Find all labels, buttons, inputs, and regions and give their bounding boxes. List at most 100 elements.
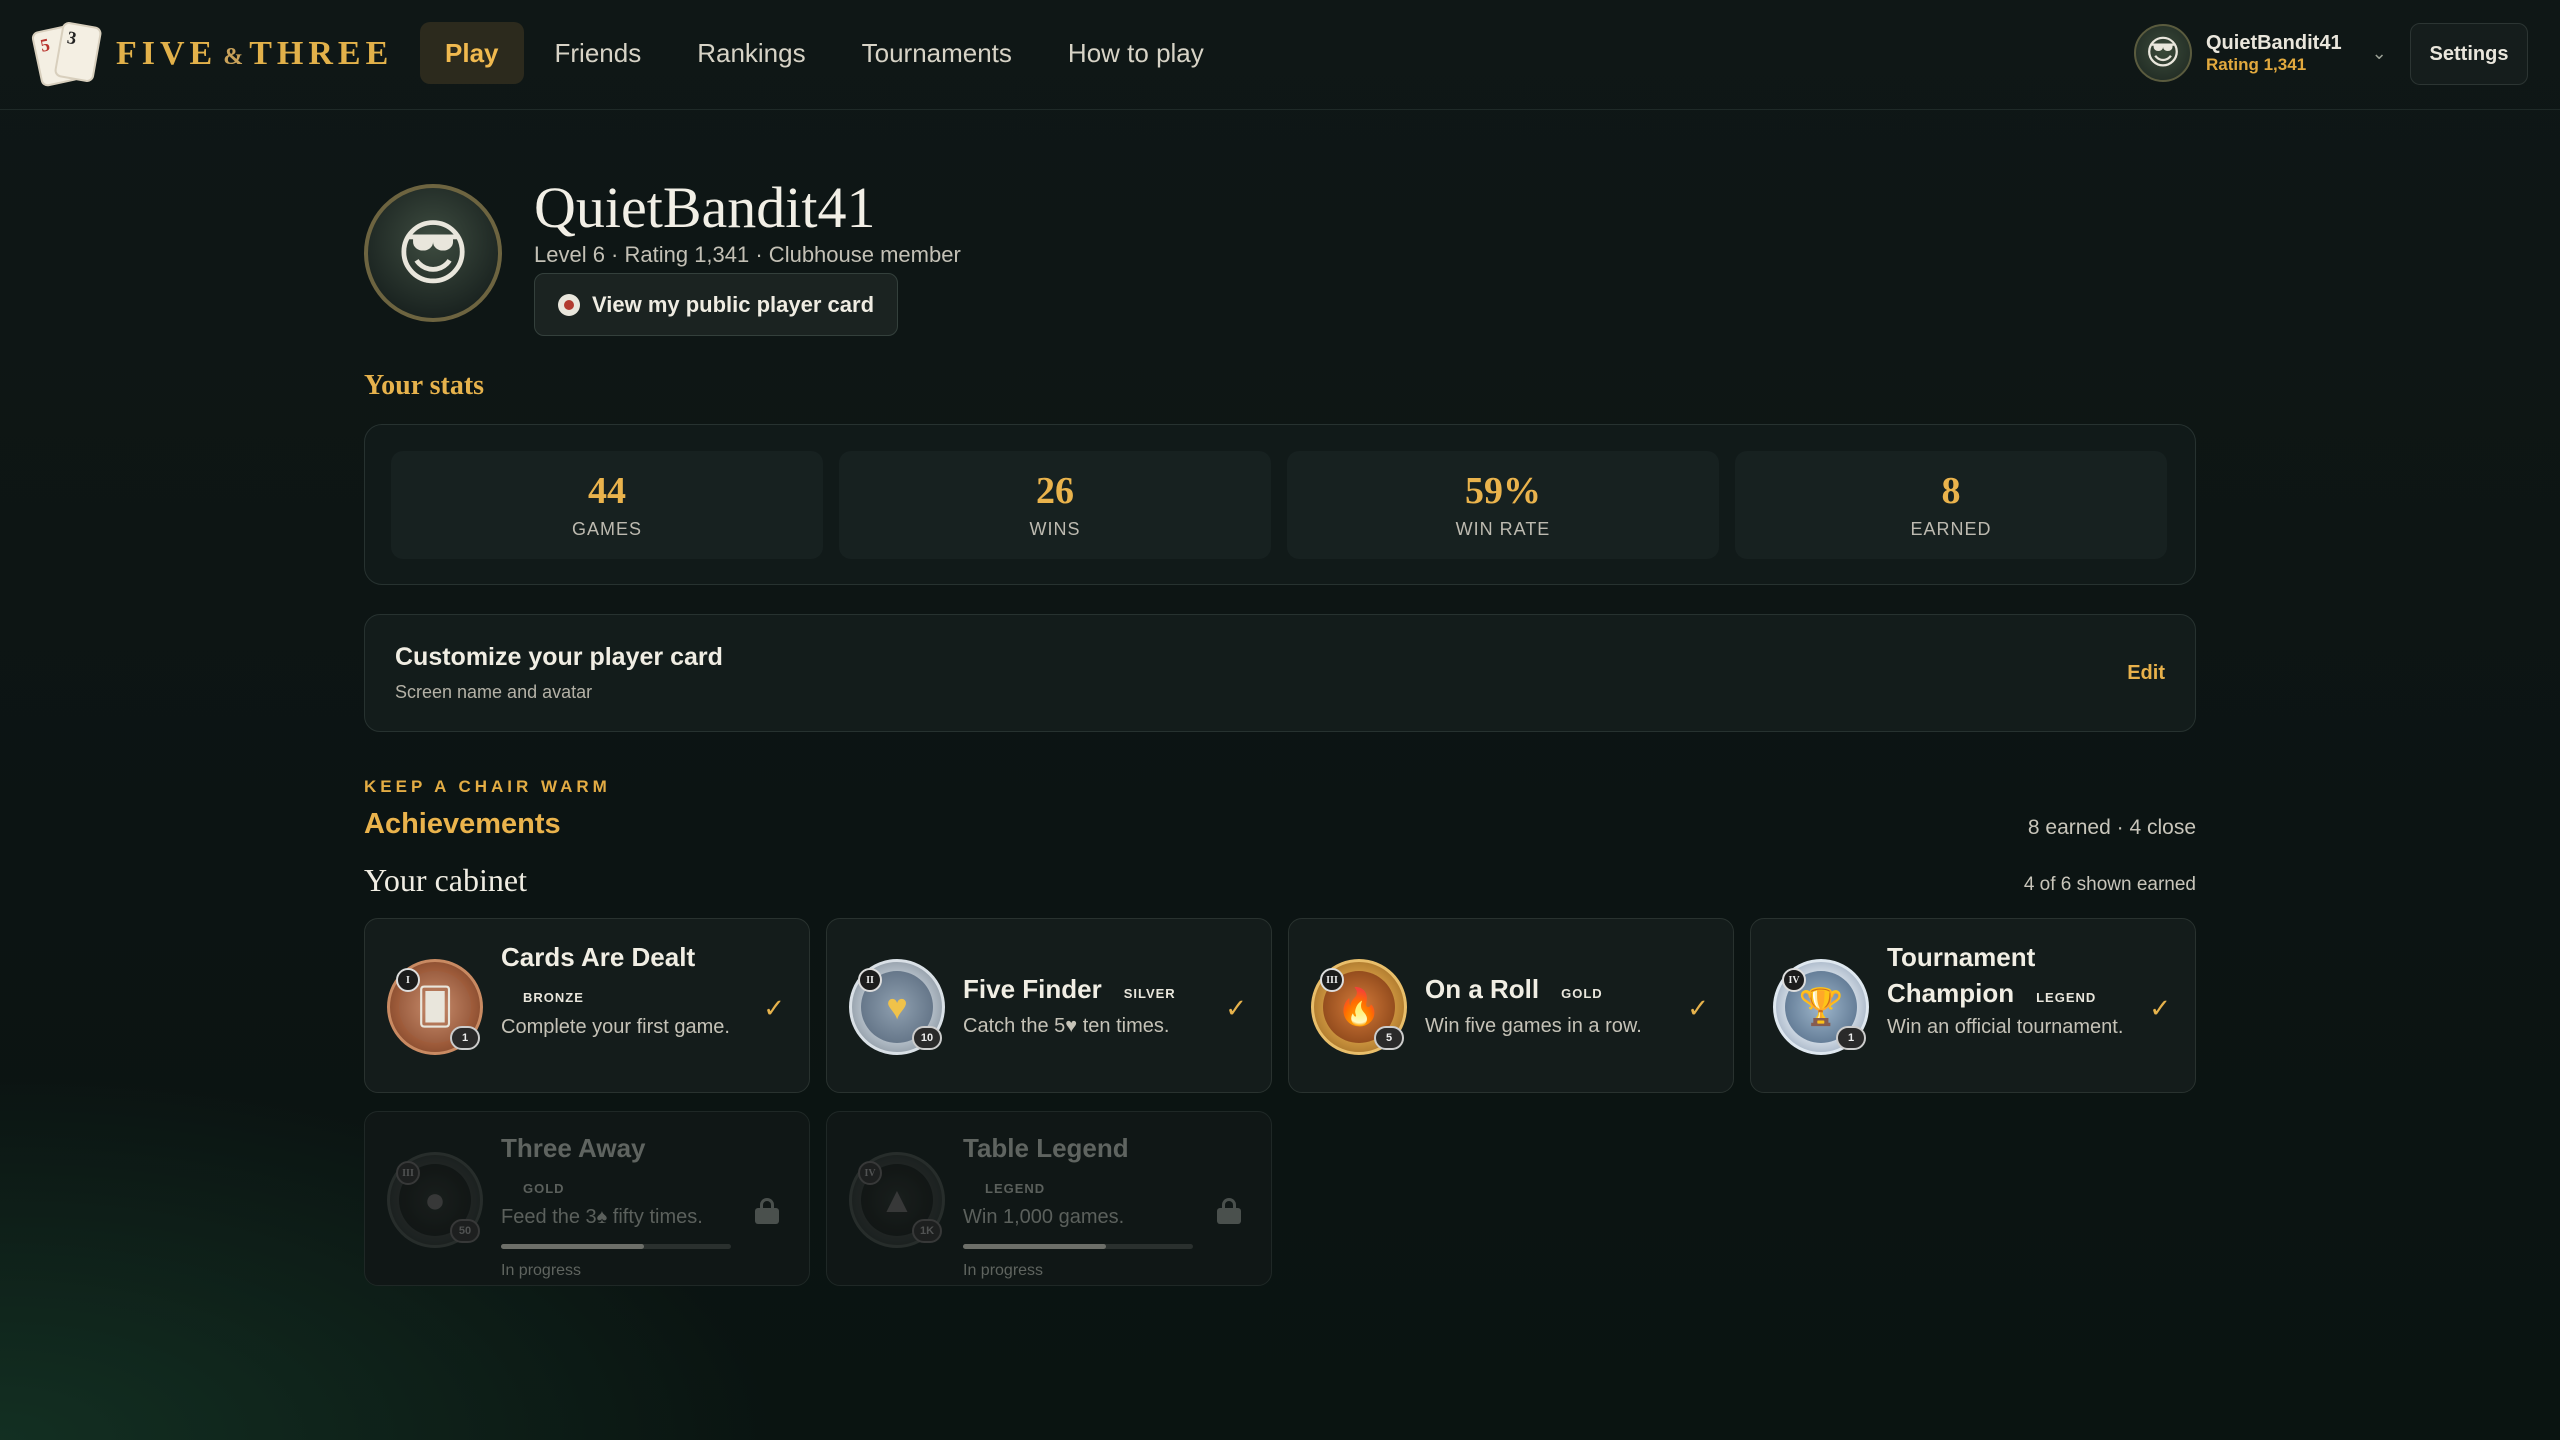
badge-description: Win five games in a row. xyxy=(1425,1015,1642,1037)
badge-three-away[interactable]: ● III 50 Three Away GOLD Feed the 3♠ fift… xyxy=(364,1111,810,1286)
achievements-title: Achievements xyxy=(364,808,561,840)
tier-badge: IV xyxy=(1782,968,1806,992)
achievements-eyebrow: KEEP A CHAIR WARM xyxy=(364,777,611,796)
silver-medal-icon: ♥ II 10 xyxy=(849,959,945,1055)
stat-value: 44 xyxy=(588,470,626,512)
badge-name: Table Legend LEGEND xyxy=(963,1130,1129,1203)
badge-description: Feed the 3♠ fifty times. xyxy=(501,1206,703,1228)
count-badge: 1 xyxy=(450,1026,480,1050)
customize-subtitle: Screen name and avatar xyxy=(395,682,593,702)
badge-name-text: Three Away xyxy=(501,1133,646,1163)
progress-label: In progress xyxy=(501,1262,582,1279)
lock-icon xyxy=(1217,1198,1241,1224)
badge-description: Complete your first game. xyxy=(501,1016,730,1038)
badge-name-text: Cards Are Dealt xyxy=(501,942,696,972)
settings-button[interactable]: Settings xyxy=(2410,23,2528,85)
stat-wins: 26 WINS xyxy=(839,451,1271,559)
profile-meta: Level 6 · Rating 1,341 · Clubhouse membe… xyxy=(534,242,961,267)
badge-table-legend[interactable]: ▲ IV 1K Table Legend LEGEND Win 1,000 gam… xyxy=(826,1111,1272,1286)
badge-name: Five Finder SILVER xyxy=(963,971,1176,1007)
nav-tournaments[interactable]: Tournaments xyxy=(837,22,1037,84)
nav-play[interactable]: Play xyxy=(420,22,524,84)
nav-rankings[interactable]: Rankings xyxy=(672,22,830,84)
badge-name-text: Five Finder xyxy=(963,974,1102,1004)
check-icon: ✓ xyxy=(1687,993,1709,1023)
badge-description: Win an official tournament. xyxy=(1887,1016,2124,1038)
badge-name: Three Away GOLD xyxy=(501,1130,646,1203)
logo-card-three: 3 xyxy=(53,20,103,84)
stats-heading: Your stats xyxy=(364,370,485,401)
count-badge: 10 xyxy=(912,1026,942,1050)
badge-on-a-roll[interactable]: 🔥 III 5 On a Roll GOLD Win five games in … xyxy=(1288,918,1734,1093)
nav-how-to-play[interactable]: How to play xyxy=(1043,22,1229,84)
stats-panel: 44 GAMES 26 WINS 59% WIN RATE 8 EARNED xyxy=(364,424,2196,585)
user-menu[interactable]: 😎 QuietBandit41 Rating 1,341 ⌄ xyxy=(2134,24,2387,82)
user-name: QuietBandit41 xyxy=(2206,31,2342,54)
tier-label: LEGEND xyxy=(2036,990,2097,1006)
page-title: QuietBandit41 xyxy=(534,175,876,240)
badge-five-finder[interactable]: ♥ II 10 Five Finder SILVER Catch the 5♥ t… xyxy=(826,918,1272,1093)
stat-label: WINS xyxy=(1029,519,1081,539)
count-badge: 50 xyxy=(450,1219,480,1243)
progress-fill xyxy=(963,1244,1106,1249)
profile-avatar: 😎 xyxy=(364,184,502,322)
count-badge: 1 xyxy=(1836,1026,1866,1050)
cabinet-summary: 4 of 6 shown earned xyxy=(2023,874,2196,895)
progress-label: In progress xyxy=(963,1262,1044,1279)
user-rating: Rating 1,341 xyxy=(2206,54,2307,74)
badge-name-text: Tournament Champion xyxy=(1887,942,2036,1009)
stat-label: GAMES xyxy=(571,519,642,539)
customize-card-panel[interactable]: Customize your player card Screen name a… xyxy=(364,614,2196,732)
stat-label: EARNED xyxy=(1910,519,1992,539)
stat-win-rate: 59% WIN RATE xyxy=(1287,451,1719,559)
count-badge: 1K xyxy=(912,1219,942,1243)
brand-title: FIVE & THREE xyxy=(116,35,393,73)
view-public-card-button[interactable]: View my public player card xyxy=(534,273,898,336)
stat-value: 26 xyxy=(1036,470,1074,512)
legend-medal-icon: 🏆 IV 1 xyxy=(1773,959,1869,1055)
lock-icon xyxy=(755,1198,779,1224)
stat-earned: 8 EARNED xyxy=(1735,451,2167,559)
progress-bar xyxy=(501,1244,731,1249)
tier-label: LEGEND xyxy=(985,1181,1046,1197)
avatar: 😎 xyxy=(2134,24,2192,82)
chevron-down-icon[interactable]: ⌄ xyxy=(2372,43,2387,64)
nav-friends[interactable]: Friends xyxy=(530,22,667,84)
stat-label: WIN RATE xyxy=(1455,519,1551,539)
badge-name: Tournament Champion LEGEND xyxy=(1887,939,2147,1012)
count-badge: 5 xyxy=(1374,1026,1404,1050)
stat-value: 59% xyxy=(1465,470,1541,512)
badge-name: Cards Are Dealt BRONZE xyxy=(501,939,695,1012)
tier-label: BRONZE xyxy=(523,990,584,1006)
eye-icon xyxy=(557,293,580,316)
tier-label: GOLD xyxy=(523,1181,565,1197)
edit-button[interactable]: Edit xyxy=(2127,662,2165,685)
check-icon: ✓ xyxy=(1225,993,1247,1023)
view-public-card-label: View my public player card xyxy=(591,291,875,317)
tier-badge: III xyxy=(1320,968,1344,992)
progress-bar xyxy=(963,1244,1193,1249)
progress-fill xyxy=(501,1244,644,1249)
top-navigation-bar: 5 3 FIVE & THREE Play Friends Rankings Tou… xyxy=(0,0,2560,110)
tier-badge: I xyxy=(396,968,420,992)
brand-name-left: FIVE xyxy=(116,35,218,72)
user-text: QuietBandit41 Rating 1,341 xyxy=(2206,32,2342,75)
brand-logo[interactable]: 5 3 FIVE & THREE xyxy=(30,20,393,88)
stat-value: 8 xyxy=(1941,470,1961,512)
badge-cards-are-dealt[interactable]: 🂠 I 1 Cards Are Dealt BRONZE Complete you… xyxy=(364,918,810,1093)
badge-name: On a Roll GOLD xyxy=(1425,971,1603,1007)
customize-title: Customize your player card xyxy=(395,643,723,671)
main-nav: Play Friends Rankings Tournaments How to… xyxy=(420,22,1235,84)
locked-medal-icon: ● III 50 xyxy=(387,1152,483,1248)
tier-badge: II xyxy=(858,968,882,992)
check-icon: ✓ xyxy=(2149,993,2171,1023)
tier-badge: IV xyxy=(858,1161,882,1185)
tier-label: GOLD xyxy=(1561,986,1603,1001)
bronze-medal-icon: 🂠 I 1 xyxy=(387,959,483,1055)
badge-tournament-champion[interactable]: 🏆 IV 1 Tournament Champion LEGEND Win an … xyxy=(1750,918,2196,1093)
achievements-summary: 8 earned · 4 close xyxy=(2027,816,2196,839)
stat-games: 44 GAMES xyxy=(391,451,823,559)
badge-description: Catch the 5♥ ten times. xyxy=(963,1015,1170,1037)
check-icon: ✓ xyxy=(763,993,785,1023)
badge-name-text: On a Roll xyxy=(1425,974,1540,1004)
